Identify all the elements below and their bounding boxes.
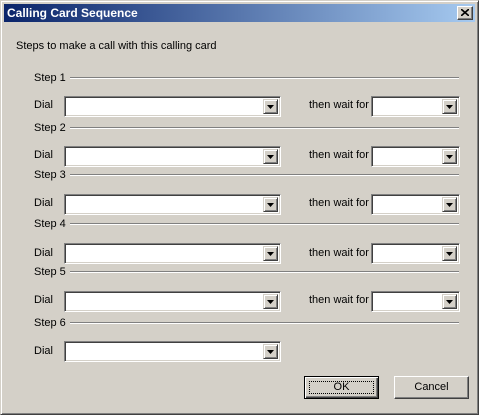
step-5-wait-combobox[interactable] (371, 291, 460, 312)
step-2-dial-label: Dial (34, 149, 53, 161)
ok-button[interactable]: OK (304, 376, 379, 399)
step-2-dial-combobox[interactable] (64, 146, 281, 167)
chevron-down-icon (446, 155, 453, 159)
divider (31, 271, 459, 273)
step-2-wait-combobox[interactable] (371, 146, 460, 167)
divider (31, 322, 459, 324)
chevron-down-icon (267, 252, 274, 256)
chevron-down-icon (267, 155, 274, 159)
chevron-down-icon (446, 203, 453, 207)
divider (31, 127, 459, 129)
step-1-label: Step 1 (31, 72, 70, 84)
chevron-down-icon (267, 105, 274, 109)
description-text: Steps to make a call with this calling c… (16, 40, 217, 52)
step-1-wait-label: then wait for (309, 99, 369, 111)
step-3-wait-label: then wait for (309, 197, 369, 209)
step-5-dial-dropdown-button[interactable] (263, 294, 278, 309)
step-2-label: Step 2 (31, 122, 70, 134)
step-3-dial-dropdown-button[interactable] (263, 197, 278, 212)
step-4-label: Step 4 (31, 218, 70, 230)
ok-button-label: OK (333, 381, 350, 393)
chevron-down-icon (267, 203, 274, 207)
chevron-down-icon (446, 252, 453, 256)
step-4-wait-combobox[interactable] (371, 243, 460, 264)
step-5-label: Step 5 (31, 266, 70, 278)
step-5-wait-dropdown-button[interactable] (442, 294, 457, 309)
step-2-dial-dropdown-button[interactable] (263, 149, 278, 164)
divider (31, 77, 459, 79)
step-4-dial-dropdown-button[interactable] (263, 246, 278, 261)
step-5-dial-label: Dial (34, 294, 53, 306)
step-1-dial-combobox[interactable] (64, 96, 281, 117)
step-1-group: Step 1 (31, 72, 459, 84)
step-3-dial-label: Dial (34, 197, 53, 209)
calling-card-sequence-dialog: Calling Card Sequence Steps to make a ca… (0, 0, 479, 415)
step-1-wait-dropdown-button[interactable] (442, 99, 457, 114)
step-4-dial-label: Dial (34, 247, 53, 259)
step-6-dial-combobox[interactable] (64, 341, 281, 362)
window-title: Calling Card Sequence (7, 6, 138, 20)
step-5-group: Step 5 (31, 266, 459, 278)
step-5-wait-label: then wait for (309, 294, 369, 306)
step-6-group: Step 6 (31, 317, 459, 329)
step-3-label: Step 3 (31, 169, 70, 181)
step-4-group: Step 4 (31, 218, 459, 230)
step-2-wait-dropdown-button[interactable] (442, 149, 457, 164)
step-4-wait-label: then wait for (309, 247, 369, 259)
step-2-wait-label: then wait for (309, 149, 369, 161)
title-bar[interactable]: Calling Card Sequence (4, 4, 475, 22)
step-6-dial-label: Dial (34, 345, 53, 357)
cancel-button-label: Cancel (414, 381, 449, 393)
cancel-button[interactable]: Cancel (394, 376, 469, 399)
step-1-dial-dropdown-button[interactable] (263, 99, 278, 114)
step-2-group: Step 2 (31, 122, 459, 134)
step-6-label: Step 6 (31, 317, 70, 329)
step-3-dial-combobox[interactable] (64, 194, 281, 215)
chevron-down-icon (267, 350, 274, 354)
divider (31, 223, 459, 225)
step-5-dial-combobox[interactable] (64, 291, 281, 312)
step-1-wait-combobox[interactable] (371, 96, 460, 117)
chevron-down-icon (267, 300, 274, 304)
close-button[interactable] (457, 6, 473, 20)
step-4-dial-combobox[interactable] (64, 243, 281, 264)
step-4-wait-dropdown-button[interactable] (442, 246, 457, 261)
close-icon (461, 9, 469, 16)
chevron-down-icon (446, 105, 453, 109)
divider (31, 174, 459, 176)
step-3-group: Step 3 (31, 169, 459, 181)
step-1-dial-label: Dial (34, 99, 53, 111)
step-3-wait-dropdown-button[interactable] (442, 197, 457, 212)
step-6-dial-dropdown-button[interactable] (263, 344, 278, 359)
step-3-wait-combobox[interactable] (371, 194, 460, 215)
chevron-down-icon (446, 300, 453, 304)
